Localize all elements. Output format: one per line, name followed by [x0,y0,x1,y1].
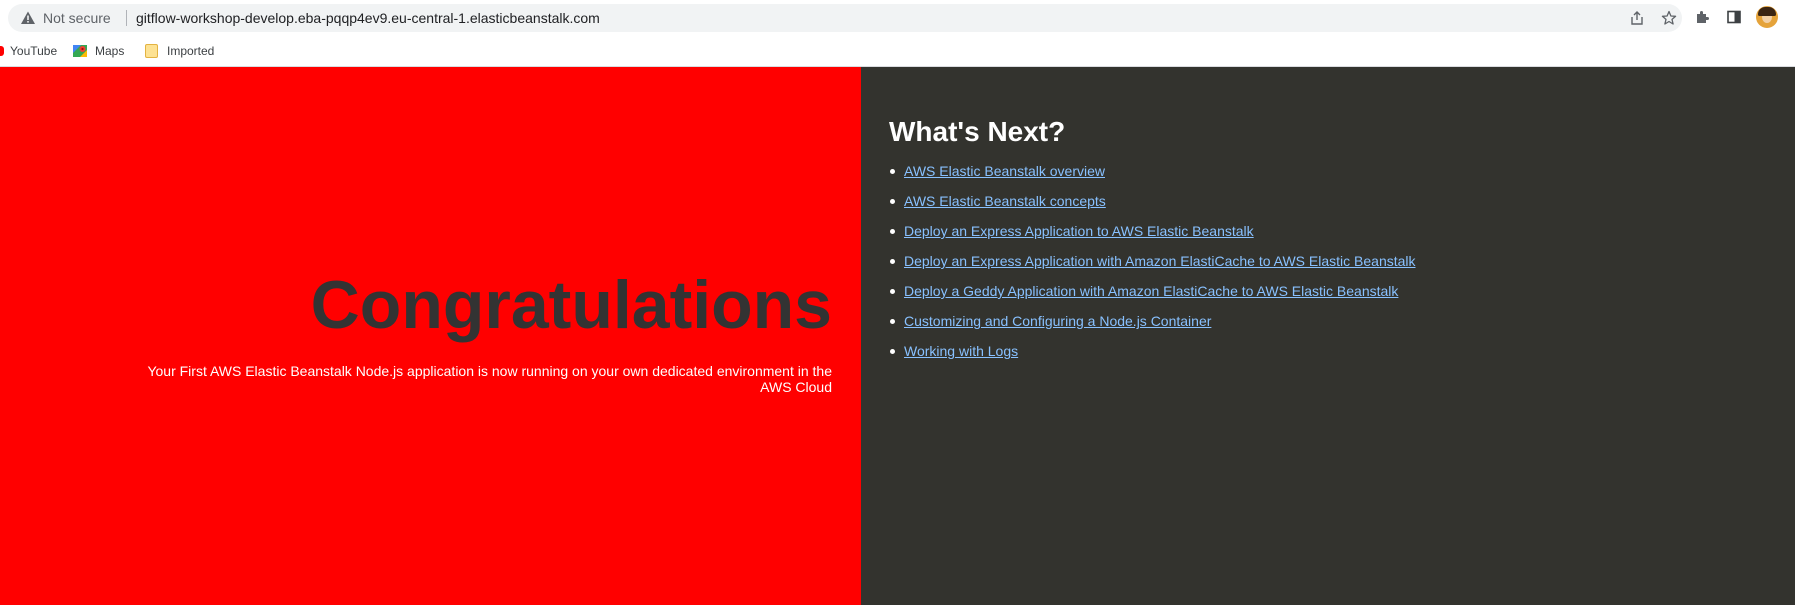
bookmark-label: Imported [167,44,215,58]
folder-icon [145,44,158,58]
profile-avatar[interactable] [1756,6,1778,28]
side-panel-icon[interactable] [1724,7,1744,27]
list-item: AWS Elastic Beanstalk concepts [889,193,1416,223]
hero-subtitle: Your First AWS Elastic Beanstalk Node.js… [147,363,832,395]
share-icon[interactable] [1628,9,1646,27]
youtube-icon [0,46,4,56]
link-deploy-express-elasticache[interactable]: Deploy an Express Application with Amazo… [904,253,1416,269]
bookmark-maps[interactable]: Maps [72,42,124,60]
whats-next-heading: What's Next? [889,116,1066,147]
list-item: Deploy an Express Application with Amazo… [889,253,1416,283]
bookmark-folder-imported[interactable]: Imported [143,42,214,60]
list-item: Deploy an Express Application to AWS Ela… [889,223,1416,253]
bookmarks-bar: YouTube Maps Imported [0,34,1795,67]
avatar-hair [1758,7,1776,16]
congratulations-heading: Congratulations [310,267,832,343]
browser-toolbar: Not secure gitflow-workshop-develop.eba-… [0,0,1795,34]
warning-icon[interactable] [20,10,36,26]
link-working-with-logs[interactable]: Working with Logs [904,343,1018,359]
security-status-label[interactable]: Not secure [43,11,111,25]
hero-panel: Congratulations Your First AWS Elastic B… [0,67,861,605]
link-beanstalk-concepts[interactable]: AWS Elastic Beanstalk concepts [904,193,1106,209]
bookmark-label: Maps [95,44,125,58]
bookmark-youtube[interactable]: YouTube [0,42,57,60]
link-beanstalk-overview[interactable]: AWS Elastic Beanstalk overview [904,163,1105,179]
url-separator [126,10,127,26]
maps-icon [73,45,87,57]
whats-next-panel: What's Next? AWS Elastic Beanstalk overv… [861,67,1795,605]
extensions-icon[interactable] [1692,7,1712,27]
bookmark-label: YouTube [10,44,58,58]
link-nodejs-container[interactable]: Customizing and Configuring a Node.js Co… [904,313,1211,329]
page-content: Congratulations Your First AWS Elastic B… [0,67,1795,605]
resource-link-list: AWS Elastic Beanstalk overview AWS Elast… [889,163,1416,373]
link-deploy-express[interactable]: Deploy an Express Application to AWS Ela… [904,223,1254,239]
url-text[interactable]: gitflow-workshop-develop.eba-pqqp4ev9.eu… [136,11,600,25]
list-item: Customizing and Configuring a Node.js Co… [889,313,1416,343]
list-item: Deploy a Geddy Application with Amazon E… [889,283,1416,313]
link-deploy-geddy-elasticache[interactable]: Deploy a Geddy Application with Amazon E… [904,283,1398,299]
address-bar[interactable]: Not secure gitflow-workshop-develop.eba-… [8,4,1682,32]
list-item: Working with Logs [889,343,1416,373]
list-item: AWS Elastic Beanstalk overview [889,163,1416,193]
star-icon[interactable] [1660,9,1678,27]
